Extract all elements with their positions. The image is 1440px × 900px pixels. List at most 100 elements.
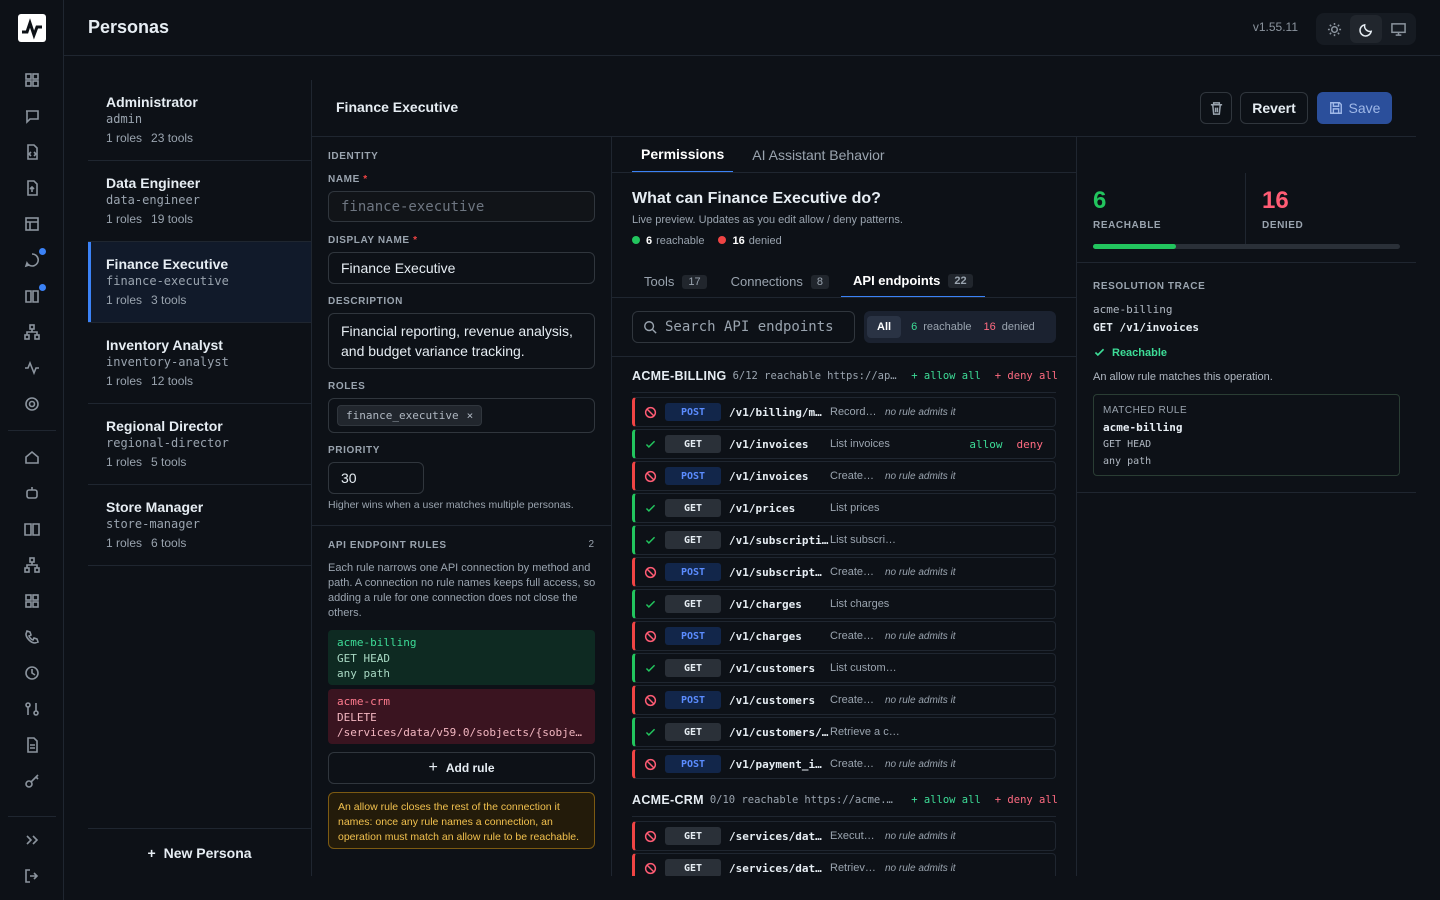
file-upload-icon[interactable] — [20, 176, 44, 200]
priority-field[interactable]: 30 — [328, 462, 424, 494]
apps-icon[interactable] — [20, 589, 44, 613]
persona-item[interactable]: Data Engineer data-engineer 1 roles 19 to… — [88, 161, 311, 242]
deny-all-button[interactable]: + deny all — [995, 794, 1058, 806]
filter-denied[interactable]: 16 denied — [972, 321, 1035, 333]
grid-icon[interactable] — [20, 68, 44, 92]
git-compare-icon[interactable] — [20, 697, 44, 721]
endpoint-description: List prices — [830, 502, 880, 514]
endpoint-row[interactable]: POST/v1/payment_i… Create… no rule admits … — [632, 749, 1056, 779]
rule-connection: acme-billing — [337, 636, 417, 649]
endpoint-row[interactable]: POST/v1/invoices Create… no rule admits it — [632, 461, 1056, 491]
tab-ai-assistant-behavior[interactable]: AI Assistant Behavior — [743, 137, 893, 173]
subtab-api-endpoints[interactable]: API endpoints 22 — [841, 265, 985, 298]
subtab-tools[interactable]: Tools 17 — [632, 265, 719, 298]
description-field[interactable]: Financial reporting, revenue analysis, a… — [328, 313, 595, 369]
filter-all[interactable]: All — [867, 316, 902, 338]
denied-label: DENIED — [1262, 220, 1304, 231]
persona-name: Administrator — [106, 94, 198, 110]
endpoint-row[interactable]: GET/v1/customers/{custom…Retrieve a c… — [632, 717, 1056, 747]
display-name-field[interactable]: Finance Executive — [328, 252, 595, 284]
reachable-count: 6 — [646, 235, 653, 247]
monitor-icon[interactable] — [1382, 15, 1414, 43]
book-open-icon[interactable] — [20, 517, 44, 541]
persona-item-selected[interactable]: Finance Executive finance-executive 1 ro… — [88, 242, 311, 323]
table-icon[interactable] — [20, 212, 44, 236]
gear-icon[interactable] — [20, 392, 44, 416]
endpoint-row[interactable]: GET/v1/charges List charges — [632, 589, 1056, 619]
allow-all-button[interactable]: + allow all — [911, 370, 981, 382]
display-name-label: DISPLAY NAME * — [328, 235, 418, 246]
persona-item[interactable]: Inventory Analyst inventory-analyst 1 ro… — [88, 323, 311, 404]
home-icon[interactable] — [20, 445, 44, 469]
endpoint-row[interactable]: POST/v1/subscript… Create… no rule admits … — [632, 557, 1056, 587]
endpoint-row[interactable]: GET/services/dat… Execut… no rule admits i… — [632, 821, 1056, 851]
display-label-text: DISPLAY NAME — [328, 235, 410, 246]
allow-button[interactable]: allow — [969, 438, 1002, 451]
endpoint-row[interactable]: POST/v1/charges Create… no rule admits it — [632, 621, 1056, 651]
book-icon[interactable] — [20, 284, 46, 308]
trace-result-label: Reachable — [1112, 346, 1168, 359]
save-button[interactable]: Save — [1317, 92, 1392, 124]
ban-icon — [635, 830, 665, 843]
preview-subtitle: Live preview. Updates as you edit allow … — [632, 214, 903, 226]
rule-card[interactable]: acme-billing GET HEAD any path — [328, 630, 595, 685]
endpoint-row[interactable]: GET/services/dat… Retriev… no rule admits … — [632, 853, 1056, 876]
filter-reachable-text: reachable — [923, 321, 972, 333]
endpoint-row[interactable]: GET/v1/customers List custom… — [632, 653, 1056, 683]
sun-icon[interactable] — [1318, 15, 1350, 43]
close-icon[interactable]: × — [467, 409, 474, 422]
hierarchy-icon[interactable] — [20, 553, 44, 577]
revert-button[interactable]: Revert — [1240, 92, 1308, 124]
name-field[interactable]: finance-executive — [328, 191, 595, 222]
persona-item[interactable]: Regional Director regional-director 1 ro… — [88, 404, 311, 485]
permissions-panel: Permissions AI Assistant Behavior What c… — [612, 137, 1077, 876]
add-rule-button[interactable]: + Add rule — [328, 752, 595, 784]
endpoint-row[interactable]: POST/v1/customers Create… no rule admits i… — [632, 685, 1056, 715]
filter-reachable[interactable]: 6 reachable — [901, 321, 971, 333]
logo-icon[interactable] — [18, 14, 46, 42]
subtab-connections[interactable]: Connections 8 — [719, 265, 841, 298]
endpoint-row[interactable]: POST/v1/billing/m… Record… no rule admits … — [632, 397, 1056, 427]
persona-form: IDENTITY NAME * finance-executive DISPLA… — [312, 137, 612, 876]
logout-icon[interactable] — [20, 864, 44, 888]
key-icon[interactable] — [20, 769, 44, 793]
allow-all-button[interactable]: + allow all — [911, 794, 981, 806]
endpoint-row[interactable]: GET/v1/subscriptionsList subscri… — [632, 525, 1056, 555]
document-icon[interactable] — [20, 733, 44, 757]
network-icon[interactable] — [20, 320, 44, 344]
endpoint-description: Create… — [830, 566, 875, 578]
search-input[interactable]: Search API endpoints — [632, 311, 855, 343]
endpoint-row[interactable]: GET/v1/invoices List invoices allow deny — [632, 429, 1056, 459]
rule-card[interactable]: acme-crm DELETE /services/data/v59.0/sob… — [328, 689, 595, 744]
roles-field[interactable]: finance_executive × — [328, 398, 595, 433]
persona-item[interactable]: Store Manager store-manager 1 roles 6 too… — [88, 485, 311, 566]
chat-icon[interactable] — [20, 104, 44, 128]
deny-all-button[interactable]: + deny all — [995, 370, 1058, 382]
phone-icon[interactable] — [20, 625, 44, 649]
file-code-icon[interactable] — [20, 140, 44, 164]
persona-item[interactable]: Administrator admin 1 roles 23 tools — [88, 80, 311, 161]
clock-icon[interactable] — [20, 661, 44, 685]
ban-icon — [635, 758, 665, 771]
ban-icon — [635, 566, 665, 579]
method-badge: GET — [665, 723, 721, 741]
endpoint-note: no rule admits it — [885, 470, 956, 482]
message-icon[interactable] — [20, 248, 46, 272]
reachable-label: REACHABLE — [1093, 220, 1162, 231]
group-name: ACME-BILLING — [632, 369, 727, 383]
new-persona-button[interactable]: + New Persona — [88, 828, 311, 876]
expand-icon[interactable] — [20, 828, 44, 852]
tab-permissions[interactable]: Permissions — [632, 137, 734, 173]
save-label: Save — [1348, 100, 1381, 116]
deny-button[interactable]: deny — [1017, 438, 1044, 451]
check-icon — [635, 662, 665, 675]
activity-icon[interactable] — [20, 356, 44, 380]
delete-button[interactable] — [1200, 92, 1232, 124]
endpoint-row[interactable]: GET/v1/prices List prices — [632, 493, 1056, 523]
divider — [632, 816, 1056, 817]
bot-icon[interactable] — [20, 481, 44, 505]
endpoint-description: Create… — [830, 758, 875, 770]
moon-icon[interactable] — [1350, 15, 1382, 43]
priority-help: Higher wins when a user matches multiple… — [328, 499, 574, 511]
endpoint-description: List subscri… — [830, 534, 897, 546]
